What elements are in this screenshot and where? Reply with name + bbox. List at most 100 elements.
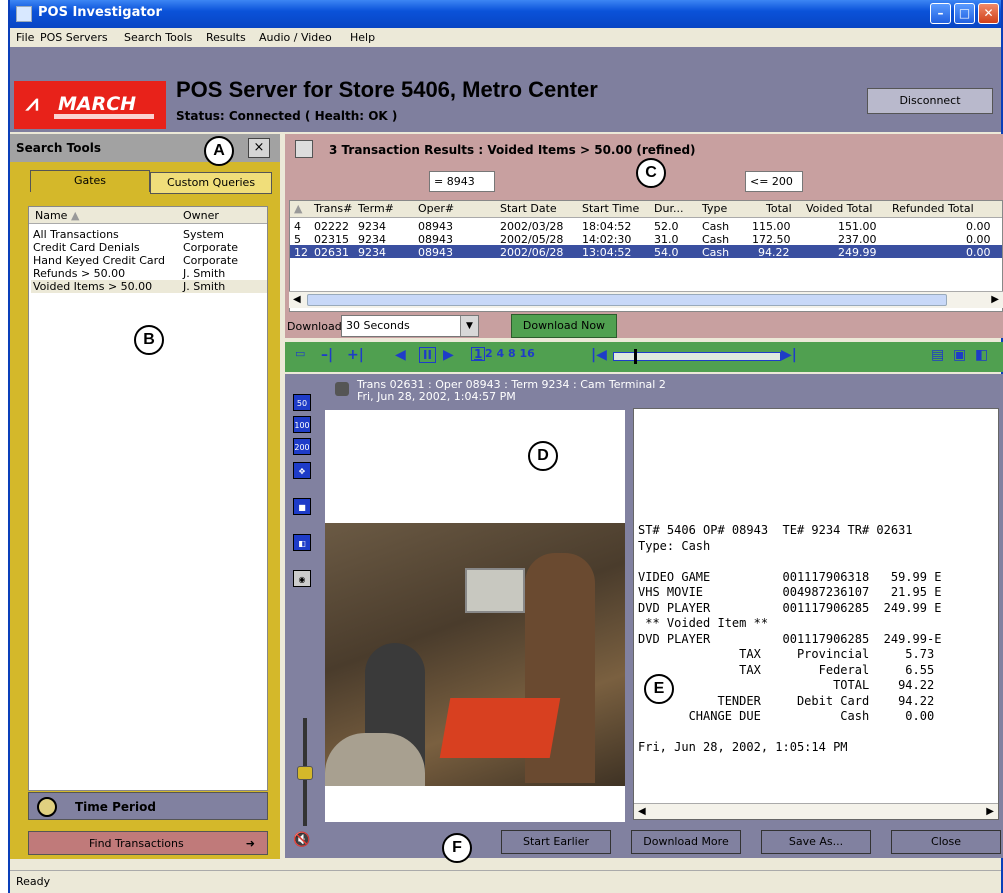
pause-icon[interactable]: II <box>419 347 436 363</box>
minimize-button[interactable]: – <box>930 3 951 24</box>
column-owner[interactable]: Owner <box>183 209 219 222</box>
column-oper[interactable]: Oper# <box>418 202 454 215</box>
split-view-icon[interactable]: ◧ <box>293 534 311 551</box>
download-now-button[interactable]: Download Now <box>511 314 617 338</box>
menu-bar: File POS Servers Search Tools Results Au… <box>10 28 1001 47</box>
column-start-date[interactable]: Start Date <box>500 202 557 215</box>
scroll-right-icon[interactable]: ▶ <box>986 806 994 817</box>
scroll-left-icon[interactable]: ◀ <box>638 806 646 817</box>
logo-mark-icon: ⩘ <box>26 91 39 116</box>
disconnect-button[interactable]: Disconnect <box>867 88 993 114</box>
list-item[interactable]: Refunds > 50.00 J. Smith <box>31 267 267 280</box>
menu-results[interactable]: Results <box>206 31 246 44</box>
timeline-marker[interactable] <box>634 349 637 364</box>
video-panel: 50 100 200 ✥ ■ ◧ ◉ Trans 02631 : Oper 08… <box>285 374 1003 858</box>
play-reverse-icon[interactable]: ◀ <box>395 347 406 363</box>
column-term[interactable]: Term# <box>358 202 394 215</box>
camera-small-icon <box>335 382 349 396</box>
table-row-selected[interactable]: 12 02631 9234 08943 2002/06/28 13:04:52 … <box>290 245 1002 259</box>
menu-audio-video[interactable]: Audio / Video <box>259 31 332 44</box>
gate-owner: System <box>183 228 225 241</box>
cell-oper: 08943 <box>418 246 453 259</box>
cell-refunded: 0.00 <box>966 246 991 259</box>
column-start-time[interactable]: Start Time <box>582 202 639 215</box>
skip-end-icon[interactable]: ▶| <box>781 347 797 363</box>
timeline-slider[interactable] <box>613 349 781 364</box>
close-window-button[interactable]: ✕ <box>978 3 999 24</box>
table-row[interactable]: 5 02315 9234 08943 2002/05/28 14:02:30 3… <box>290 232 1002 246</box>
scroll-right-icon[interactable]: ▶ <box>991 294 999 305</box>
camera-icon[interactable]: ◉ <box>293 570 311 587</box>
time-period-button[interactable]: Time Period <box>28 792 268 820</box>
column-duration[interactable]: Dur... <box>654 202 683 215</box>
zoom-100-button[interactable]: 100 <box>293 416 311 433</box>
start-earlier-button[interactable]: Start Earlier <box>501 830 611 854</box>
chevron-down-icon[interactable]: ▼ <box>460 316 478 336</box>
gate-owner: J. Smith <box>183 280 226 293</box>
logo-subbar <box>54 114 154 119</box>
time-period-label: Time Period <box>75 800 156 814</box>
player-toolbar: ▭ –| +| ◀ II ▶ 1 2 4 8 16 |◀ ▶| ▤ ▣ ◧ <box>285 342 1003 372</box>
column-trans[interactable]: Trans# <box>314 202 352 215</box>
sort-icon: ▲ <box>71 209 80 222</box>
list-item[interactable]: Credit Card Denials Corporate <box>31 241 267 254</box>
mark-in-icon[interactable]: –| <box>321 347 333 363</box>
gates-list-header: Name ▲ Owner <box>29 207 267 224</box>
copy-icon[interactable]: ▣ <box>953 347 966 363</box>
close-button[interactable]: Close <box>891 830 1001 854</box>
menu-pos-servers[interactable]: POS Servers <box>40 31 108 44</box>
save-icon[interactable]: ◧ <box>975 347 988 363</box>
single-view-icon[interactable]: ■ <box>293 498 311 515</box>
oper-filter-input[interactable]: = 8943 <box>429 171 495 192</box>
mute-icon[interactable]: 🔇 <box>293 832 310 848</box>
receipt-horizontal-scrollbar[interactable]: ◀ ▶ <box>634 803 998 819</box>
save-as-button[interactable]: Save As... <box>761 830 871 854</box>
column-refunded-total[interactable]: Refunded Total <box>892 202 974 215</box>
play-icon[interactable]: ▶ <box>443 347 454 363</box>
column-total[interactable]: Total <box>766 202 792 215</box>
results-icon[interactable] <box>295 140 313 158</box>
list-item-selected[interactable]: Voided Items > 50.00 J. Smith <box>31 280 267 293</box>
video-viewport[interactable] <box>325 410 625 822</box>
download-label: Download: <box>287 320 346 333</box>
camera-feed-element <box>325 733 425 786</box>
scroll-left-icon[interactable]: ◀ <box>293 294 301 305</box>
duration-filter-input[interactable]: <= 200 <box>745 171 803 192</box>
find-transactions-button[interactable]: Find Transactions ➜ <box>28 831 268 855</box>
layout-icon[interactable]: ▭ <box>295 347 305 360</box>
download-more-button[interactable]: Download More <box>631 830 741 854</box>
menu-search-tools[interactable]: Search Tools <box>124 31 192 44</box>
cell-date: 2002/06/28 <box>500 246 564 259</box>
column-type[interactable]: Type <box>702 202 727 215</box>
skip-start-icon[interactable]: |◀ <box>591 347 607 363</box>
download-duration-select[interactable]: 30 Seconds ▼ <box>341 315 479 337</box>
scroll-thumb[interactable] <box>307 294 947 306</box>
list-item[interactable]: All Transactions System <box>31 228 267 241</box>
zoom-50-button[interactable]: 50 <box>293 394 311 411</box>
zoom-200-button[interactable]: 200 <box>293 438 311 455</box>
mark-out-icon[interactable]: +| <box>347 347 364 363</box>
column-voided-total[interactable]: Voided Total <box>806 202 872 215</box>
gate-owner: J. Smith <box>183 267 226 280</box>
speed-options[interactable]: 2 4 8 16 <box>485 347 535 360</box>
callout-e: E <box>644 674 674 704</box>
tab-custom-queries[interactable]: Custom Queries <box>150 172 272 194</box>
tab-gates[interactable]: Gates <box>30 170 150 192</box>
volume-thumb[interactable] <box>297 766 313 780</box>
gate-name: Hand Keyed Credit Card <box>33 254 165 267</box>
results-horizontal-scrollbar[interactable]: ◀ ▶ <box>289 291 1003 308</box>
status-bar: Ready <box>10 870 1001 893</box>
menu-help[interactable]: Help <box>350 31 375 44</box>
fit-icon[interactable]: ✥ <box>293 462 311 479</box>
cell-total: 94.22 <box>758 246 790 259</box>
maximize-button[interactable]: □ <box>954 3 975 24</box>
menu-file[interactable]: File <box>16 31 34 44</box>
search-tools-close-button[interactable]: × <box>248 138 270 158</box>
camera-timestamp: Fri, Jun 28, 2002, 1:04:57 PM <box>357 390 516 403</box>
speed-1-button[interactable]: 1 <box>471 347 486 361</box>
gate-name: All Transactions <box>33 228 119 241</box>
column-name[interactable]: Name <box>35 209 67 222</box>
list-item[interactable]: Hand Keyed Credit Card Corporate <box>31 254 267 267</box>
table-row[interactable]: 4 02222 9234 08943 2002/03/28 18:04:52 5… <box>290 219 1002 233</box>
print-icon[interactable]: ▤ <box>931 347 944 363</box>
